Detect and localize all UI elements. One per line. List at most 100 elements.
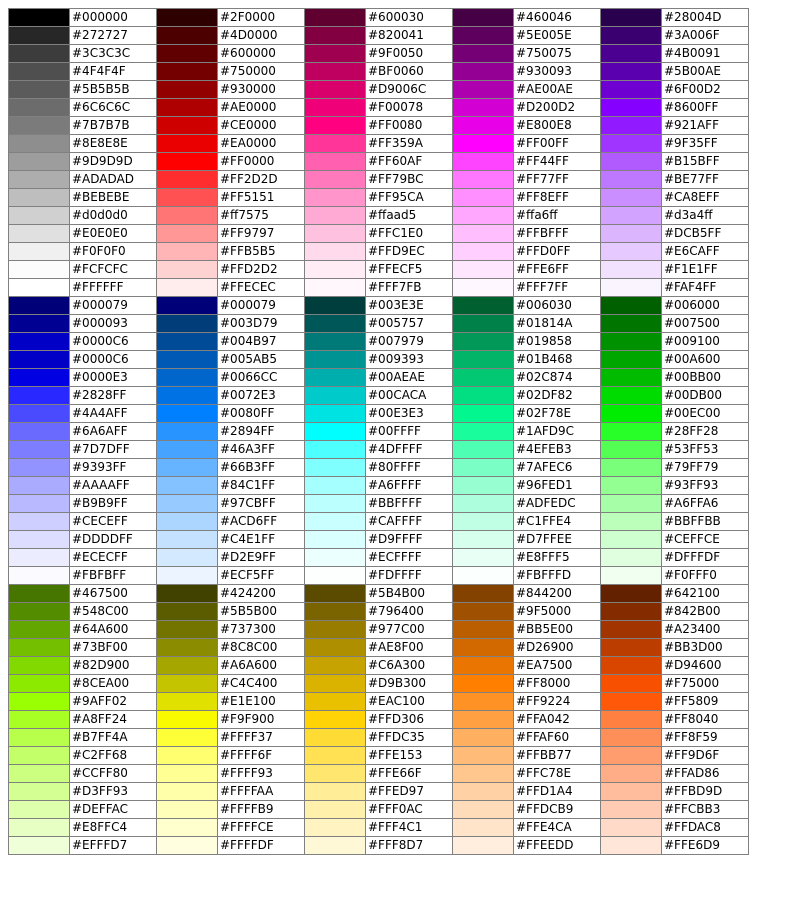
color-swatch	[304, 278, 366, 297]
hex-code-label: #EA7500	[513, 656, 601, 675]
hex-code-label: #C4E1FF	[217, 530, 305, 549]
hex-code-label: #4B0091	[661, 44, 749, 63]
hex-code-label: #820041	[365, 26, 453, 45]
hex-code-label: #9F5000	[513, 602, 601, 621]
table-row: #D3FF93 #FFFFAA #FFED97 #FFD1A4 #FFBD9D	[8, 782, 749, 801]
color-swatch	[156, 296, 218, 315]
hex-code-label: #FFFFFF	[69, 278, 157, 297]
hex-code-label: #53FF53	[661, 440, 749, 459]
color-swatch	[600, 530, 662, 549]
hex-code-label: #7AFEC6	[513, 458, 601, 477]
color-swatch	[156, 836, 218, 855]
color-swatch	[156, 440, 218, 459]
color-swatch	[156, 152, 218, 171]
table-row: #0000C6 #005AB5 #009393 #01B468 #00A600	[8, 350, 749, 369]
hex-code-label: #424200	[217, 584, 305, 603]
color-swatch	[304, 674, 366, 693]
hex-code-label: #FFBB77	[513, 746, 601, 765]
table-row: #AAAAFF #84C1FF #A6FFFF #96FED1 #93FF93	[8, 476, 749, 495]
hex-code-label: #FAF4FF	[661, 278, 749, 297]
hex-code-label: #FFF0AC	[365, 800, 453, 819]
hex-code-label: #FFE4CA	[513, 818, 601, 837]
color-swatch	[452, 458, 514, 477]
hex-code-label: #FF2D2D	[217, 170, 305, 189]
hex-code-label: #272727	[69, 26, 157, 45]
color-swatch	[452, 368, 514, 387]
hex-code-label: #FFFF6F	[217, 746, 305, 765]
hex-code-label: #BB5E00	[513, 620, 601, 639]
table-row: #82D900 #A6A600 #C6A300 #EA7500 #D94600	[8, 656, 749, 675]
color-swatch	[156, 692, 218, 711]
color-swatch	[304, 224, 366, 243]
color-swatch	[304, 188, 366, 207]
table-row: #FBFBFF #ECF5FF #FDFFFF #FBFFFD #F0FFF0	[8, 566, 749, 585]
hex-code-label: #79FF79	[661, 458, 749, 477]
color-swatch	[304, 8, 366, 27]
hex-code-label: #FF0000	[217, 152, 305, 171]
hex-code-label: #EFFFD7	[69, 836, 157, 855]
table-row: #467500 #424200 #5B4B00 #844200 #642100	[8, 584, 749, 603]
hex-code-label: #28004D	[661, 8, 749, 27]
color-swatch	[600, 8, 662, 27]
hex-code-label: #FF9797	[217, 224, 305, 243]
hex-code-label: #FFFFCE	[217, 818, 305, 837]
hex-code-label: #FFBFFF	[513, 224, 601, 243]
color-swatch	[304, 782, 366, 801]
color-swatch	[452, 332, 514, 351]
hex-code-label: #8CEA00	[69, 674, 157, 693]
color-swatch	[8, 494, 70, 513]
hex-code-label: #00DB00	[661, 386, 749, 405]
color-swatch	[8, 134, 70, 153]
table-row: #CECEFF #ACD6FF #CAFFFF #C1FFE4 #BBFFBB	[8, 512, 749, 531]
color-swatch	[156, 98, 218, 117]
color-swatch	[452, 224, 514, 243]
hex-code-label: #FFDAC8	[661, 818, 749, 837]
color-swatch	[304, 80, 366, 99]
hex-code-label: #AE0000	[217, 98, 305, 117]
color-swatch	[600, 656, 662, 675]
hex-code-label: #B7FF4A	[69, 728, 157, 747]
color-swatch	[8, 584, 70, 603]
hex-code-label: #5B5B00	[217, 602, 305, 621]
hex-code-label: #4A4AFF	[69, 404, 157, 423]
color-swatch	[156, 44, 218, 63]
hex-code-label: #FF5809	[661, 692, 749, 711]
color-swatch	[8, 440, 70, 459]
color-swatch	[156, 566, 218, 585]
hex-code-label: #007500	[661, 314, 749, 333]
color-swatch	[156, 368, 218, 387]
table-row: #4F4F4F #750000 #BF0060 #930093 #5B00AE	[8, 62, 749, 81]
hex-code-label: #5B4B00	[365, 584, 453, 603]
hex-code-label: #FFEEDD	[513, 836, 601, 855]
color-swatch	[600, 584, 662, 603]
color-swatch	[8, 278, 70, 297]
hex-code-label: #00EC00	[661, 404, 749, 423]
color-swatch	[452, 602, 514, 621]
hex-code-label: #FF44FF	[513, 152, 601, 171]
color-swatch	[304, 746, 366, 765]
color-swatch	[8, 764, 70, 783]
color-swatch	[452, 710, 514, 729]
hex-code-label: #D26900	[513, 638, 601, 657]
hex-code-label: #BE77FF	[661, 170, 749, 189]
hex-code-label: #B9B9FF	[69, 494, 157, 513]
color-swatch	[600, 242, 662, 261]
hex-code-label: #FFD306	[365, 710, 453, 729]
color-swatch	[452, 260, 514, 279]
hex-code-label: #ADADAD	[69, 170, 157, 189]
color-swatch	[452, 278, 514, 297]
color-swatch	[304, 386, 366, 405]
color-swatch	[156, 656, 218, 675]
hex-code-label: #A8FF24	[69, 710, 157, 729]
color-swatch	[156, 134, 218, 153]
color-swatch	[304, 260, 366, 279]
hex-code-label: #FF77FF	[513, 170, 601, 189]
color-swatch	[156, 746, 218, 765]
table-row: #E0E0E0 #FF9797 #FFC1E0 #FFBFFF #DCB5FF	[8, 224, 749, 243]
hex-code-label: #0000C6	[69, 350, 157, 369]
hex-code-label: #ADFEDC	[513, 494, 601, 513]
hex-code-label: #FFD1A4	[513, 782, 601, 801]
hex-code-label: #921AFF	[661, 116, 749, 135]
color-swatch	[8, 80, 70, 99]
hex-code-label: #ECF5FF	[217, 566, 305, 585]
